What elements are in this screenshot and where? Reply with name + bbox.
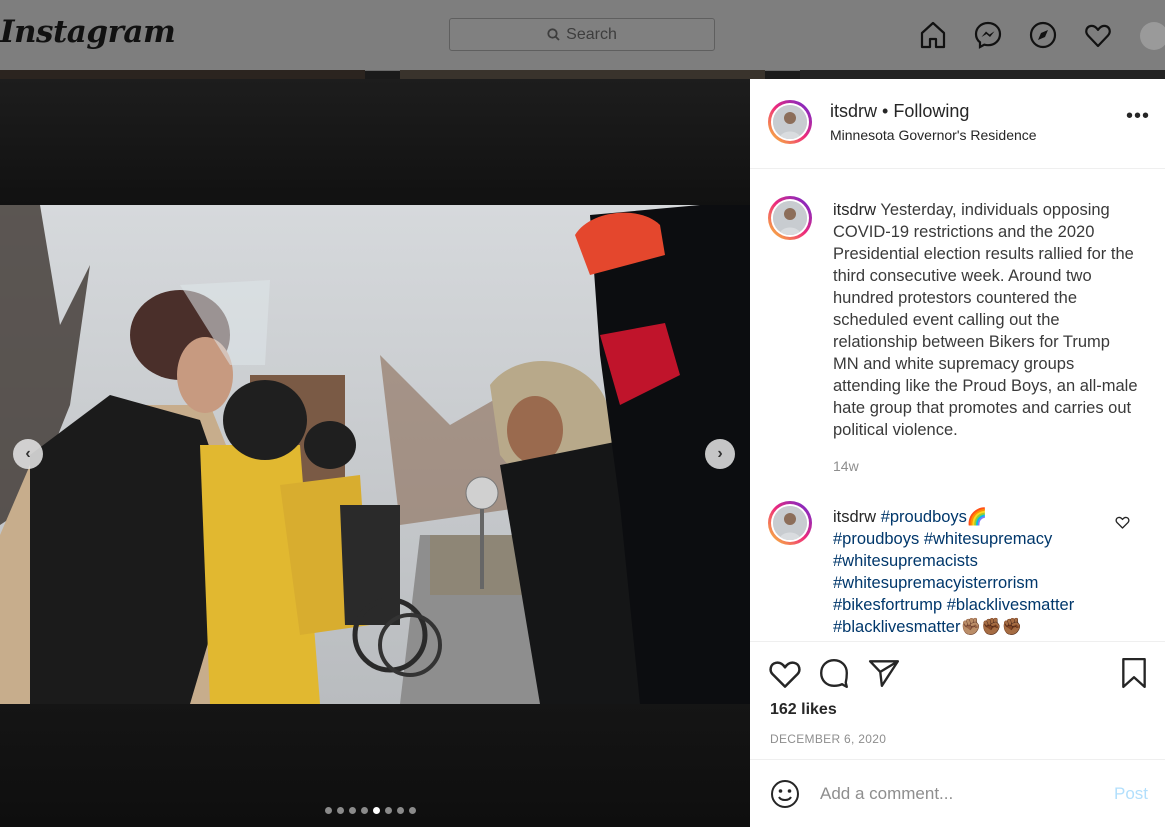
more-options-button[interactable]: ••• [1126,106,1150,126]
post-caption: itsdrw Yesterday, individuals opposing C… [833,199,1138,441]
post-media: ‹ › [0,79,750,827]
post-author[interactable]: itsdrw • Following [830,101,969,122]
image-border-top [0,79,750,205]
divider [750,641,1165,642]
comment-icon[interactable] [818,657,850,689]
post-location[interactable]: Minnesota Governor's Residence [830,127,1037,143]
caption-timestamp[interactable]: 14w [833,458,859,474]
hashtag-link[interactable]: #whitesupremacyisterrorism [833,574,1038,592]
post-details-panel: itsdrw • Following Minnesota Governor's … [750,79,1165,827]
divider [750,168,1165,169]
carousel-prev-button[interactable]: ‹ [13,439,43,469]
carousel-next-button[interactable]: › [705,439,735,469]
profile-avatar[interactable] [1140,22,1165,50]
photo-illustration [0,205,750,704]
top-nav: Instagram Search [0,0,1165,71]
hashtag-link[interactable]: #bikesfortrump [833,596,942,614]
explore-icon[interactable] [1028,20,1058,50]
post-photo[interactable] [0,205,750,704]
comment-username[interactable]: itsdrw [833,508,876,526]
share-icon[interactable] [868,658,900,688]
carousel-dot [325,807,332,814]
like-count[interactable]: 162 likes [770,701,837,719]
comment-input[interactable]: Add a comment... [820,784,953,804]
author-avatar[interactable] [768,100,812,144]
caption-avatar[interactable] [768,196,812,240]
emoji-icon[interactable] [770,779,800,809]
comment-like-icon[interactable] [1115,515,1130,529]
carousel-dot [337,807,344,814]
post-comment-button[interactable]: Post [1114,784,1148,804]
comment-avatar[interactable] [768,501,812,545]
hashtag-link[interactable]: #whitesupremacists [833,552,978,570]
hashtag-link[interactable]: #proudboys [833,530,919,548]
messenger-icon[interactable] [973,20,1003,50]
instagram-logo[interactable]: Instagram [0,14,176,50]
hashtag-link[interactable]: #proudboys🌈 [881,508,988,526]
comment-body: itsdrw #proudboys🌈 #proudboys #whitesupr… [833,506,1138,638]
hashtag-link[interactable]: #blacklivesmatter✊🏽✊🏾✊🏾 [833,618,1022,636]
search-icon [547,28,560,41]
hashtag-link[interactable]: #blacklivesmatter [947,596,1074,614]
home-icon[interactable] [918,20,948,50]
carousel-dot [385,807,392,814]
feed-background [0,70,365,79]
heart-icon[interactable] [1083,20,1113,50]
feed-background [800,70,1165,79]
search-placeholder: Search [566,26,617,43]
caption-username[interactable]: itsdrw [833,201,876,219]
post-date: DECEMBER 6, 2020 [770,732,887,746]
author-username[interactable]: itsdrw [830,101,877,121]
following-status[interactable]: • Following [882,101,969,121]
carousel-dot-active [373,807,380,814]
search-input[interactable]: Search [449,18,715,51]
feed-background [400,70,765,79]
like-icon[interactable] [768,657,802,689]
carousel-dot [397,807,404,814]
carousel-dot [361,807,368,814]
hashtag-link[interactable]: #whitesupremacy [924,530,1052,548]
bookmark-icon[interactable] [1120,657,1148,689]
carousel-dot [349,807,356,814]
caption-text: Yesterday, individuals opposing COVID-19… [833,201,1138,439]
carousel-indicator [325,801,421,814]
carousel-dot [409,807,416,814]
divider [750,759,1165,760]
